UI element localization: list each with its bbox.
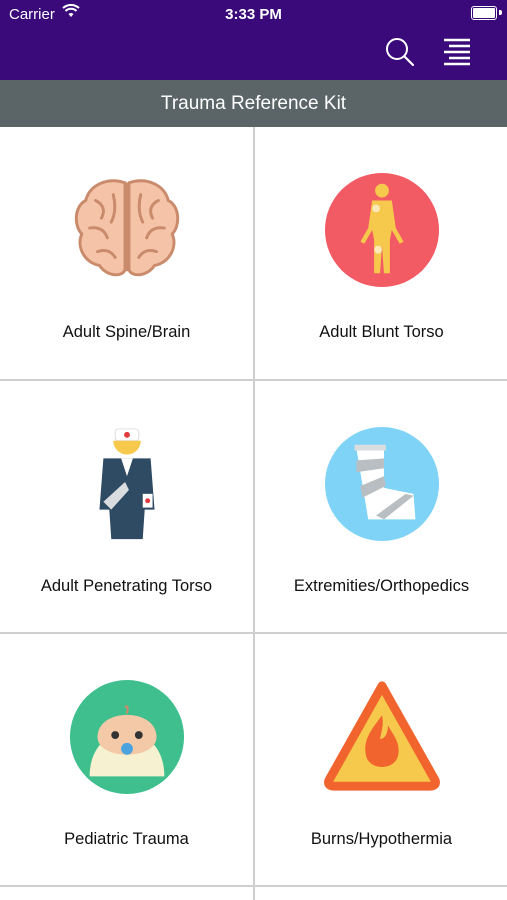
status-time: 3:33 PM — [225, 6, 282, 23]
category-label: Adult Spine/Brain — [62, 323, 191, 341]
category-grid: Adult Spine/Brain Adult Blunt Torso Adul… — [0, 127, 507, 900]
category-adult-spine-brain[interactable]: Adult Spine/Brain — [0, 127, 253, 379]
patient-icon — [98, 428, 155, 540]
body-icon — [324, 172, 439, 288]
search-icon[interactable] — [384, 36, 416, 68]
brain-icon — [74, 179, 179, 277]
page-title: Trauma Reference Kit — [160, 92, 347, 114]
status-bar: Carrier 3:33 PM — [0, 0, 507, 28]
category-adult-penetrating-torso[interactable]: Adult Penetrating Torso — [0, 381, 253, 633]
cast-icon — [324, 426, 439, 542]
category-pediatric-trauma[interactable]: Pediatric Trauma — [0, 634, 253, 886]
category-extremities-orthopedics[interactable]: Extremities/Orthopedics — [255, 381, 507, 633]
battery-tip — [499, 10, 502, 15]
top-bar: Carrier 3:33 PM — [0, 0, 507, 80]
category-label: Burns/Hypothermia — [310, 830, 453, 848]
battery-icon — [471, 6, 497, 20]
category-label: Adult Penetrating Torso — [40, 577, 213, 595]
menu-icon[interactable] — [441, 36, 473, 68]
category-burns-hypothermia[interactable]: Burns/Hypothermia — [255, 634, 507, 886]
category-label: Pediatric Trauma — [64, 830, 189, 848]
page-title-bar: Trauma Reference Kit — [0, 80, 507, 127]
baby-icon — [69, 679, 184, 795]
fire-warning-icon — [323, 681, 440, 791]
category-label: Extremities/Orthopedics — [293, 577, 470, 595]
category-adult-blunt-torso[interactable]: Adult Blunt Torso — [255, 127, 507, 379]
category-label: Adult Blunt Torso — [319, 323, 444, 341]
